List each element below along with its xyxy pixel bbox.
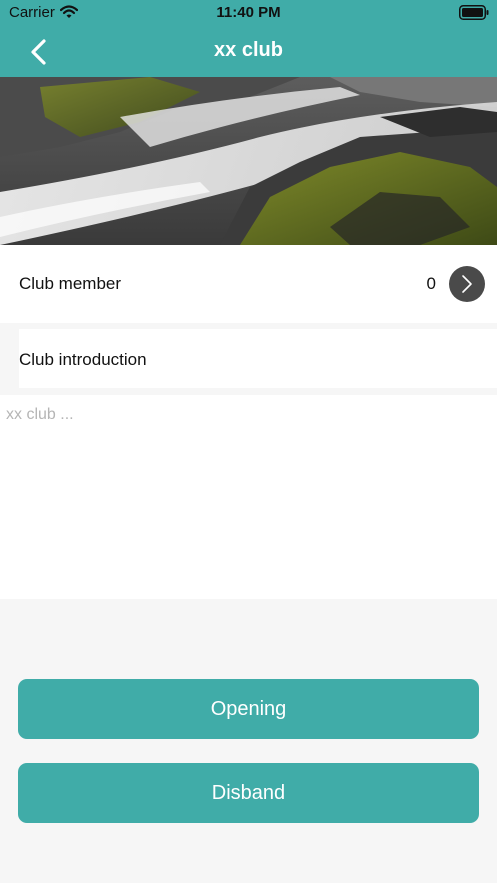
- club-member-detail-button[interactable]: [449, 266, 485, 302]
- battery-icon: [459, 5, 489, 20]
- club-introduction-textarea[interactable]: xx club ...: [0, 395, 497, 599]
- club-cover-image: [0, 77, 497, 245]
- opening-button[interactable]: Opening: [18, 679, 479, 739]
- page-title: xx club: [214, 39, 283, 61]
- disband-button[interactable]: Disband: [18, 763, 479, 823]
- club-introduction-row: Club introduction: [19, 329, 497, 388]
- club-introduction-placeholder: xx club ...: [6, 406, 74, 423]
- navigation-bar: xx club: [0, 26, 497, 77]
- status-time: 11:40 PM: [216, 4, 281, 21]
- club-member-row[interactable]: Club member 0: [0, 245, 497, 323]
- waterfall-image: [0, 77, 497, 245]
- status-bar: Carrier 11:40 PM: [0, 0, 497, 26]
- club-introduction-label: Club introduction: [19, 350, 147, 369]
- club-member-label: Club member: [19, 274, 122, 293]
- chevron-right-icon: [462, 275, 472, 293]
- club-member-count: 0: [426, 274, 436, 293]
